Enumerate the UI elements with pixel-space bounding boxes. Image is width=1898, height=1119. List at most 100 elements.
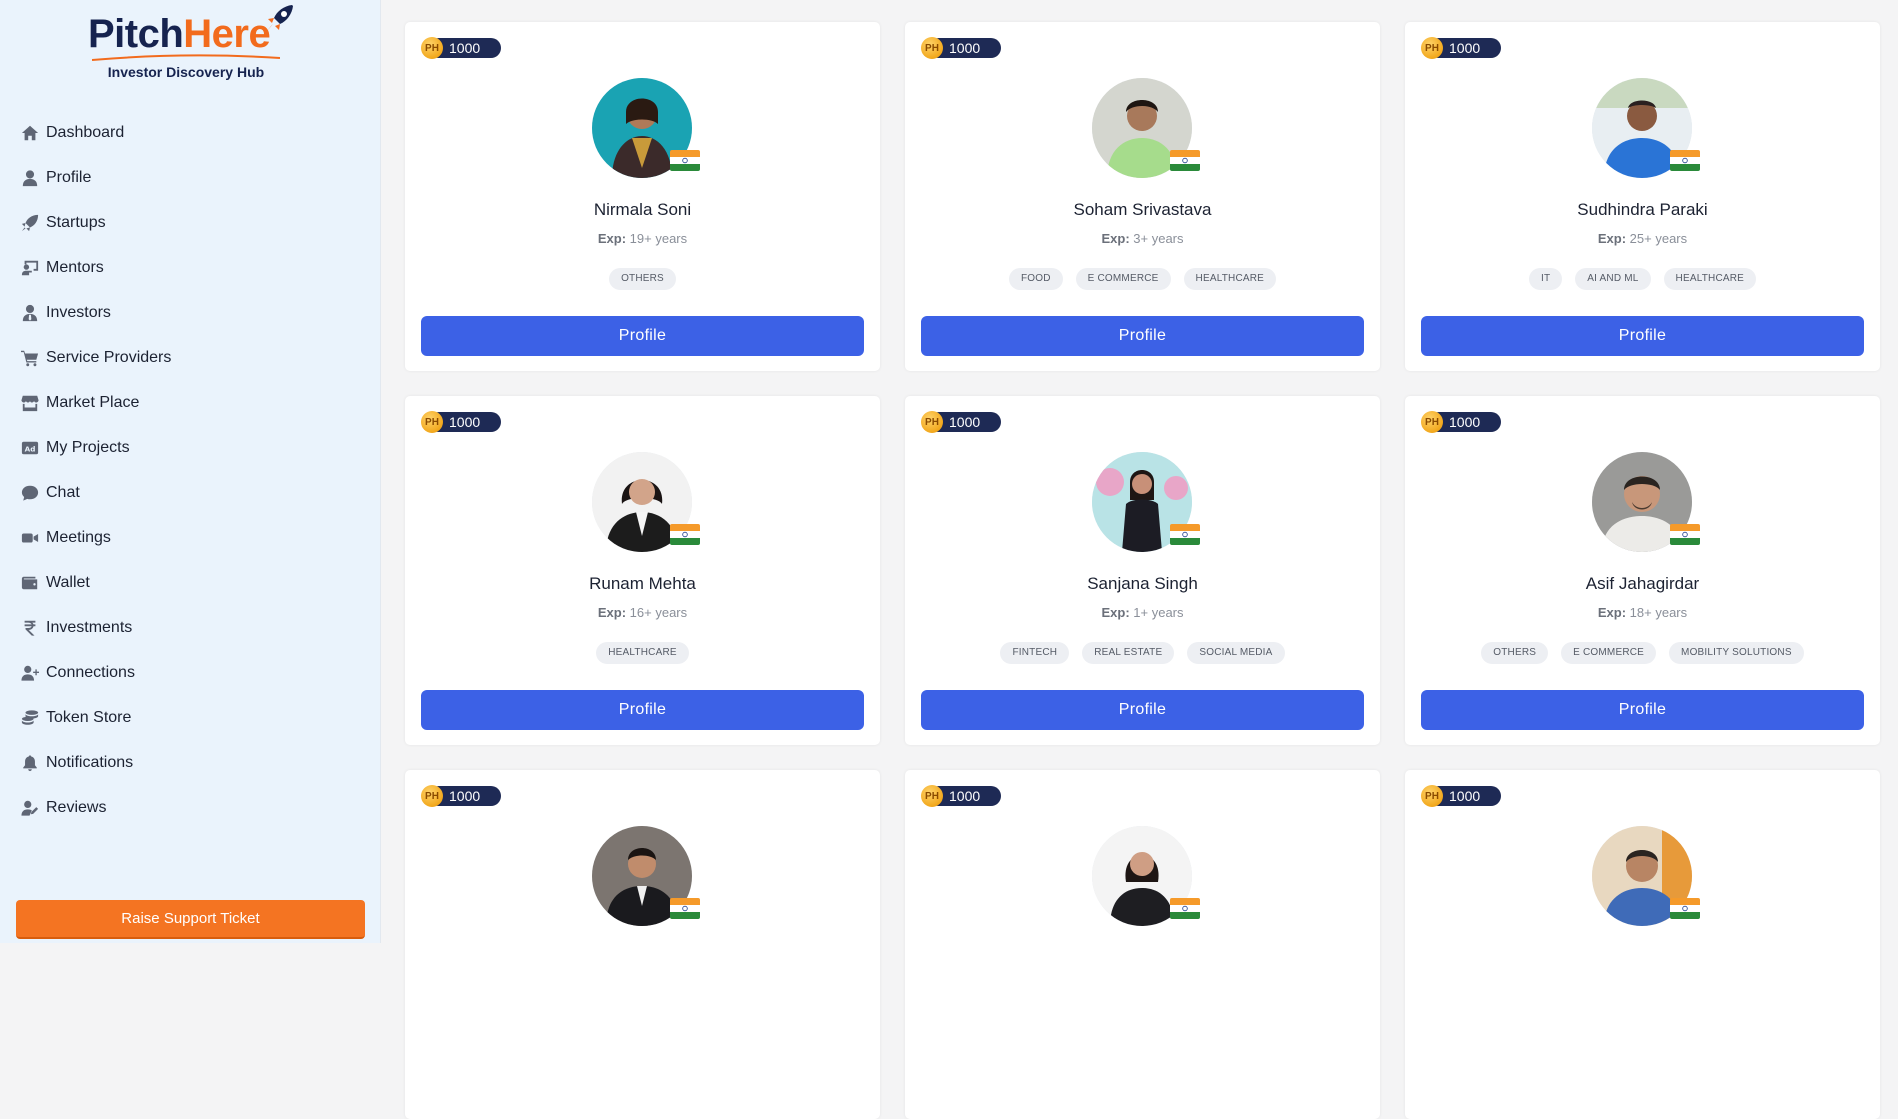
sidebar-item-meetings[interactable]: Meetings — [0, 515, 381, 560]
user-pen-icon — [20, 798, 40, 818]
ph-coin-icon: PH — [421, 37, 443, 59]
exp-value: 19+ years — [629, 231, 688, 246]
sector-tags: FOOD E COMMERCE HEALTHCARE — [905, 268, 1380, 290]
sector-tags: OTHERS — [405, 268, 880, 290]
sidebar-item-label: Market Place — [46, 393, 140, 411]
token-badge: PH 1000 — [1421, 785, 1501, 807]
raise-support-ticket-button[interactable]: Raise Support Ticket — [16, 900, 365, 939]
token-badge: PH 1000 — [421, 37, 501, 59]
user-icon — [20, 168, 40, 188]
sidebar-item-investments[interactable]: Investments — [0, 605, 381, 650]
exp-value: 16+ years — [629, 605, 688, 620]
sidebar-item-label: Investors — [46, 303, 111, 321]
home-icon — [20, 123, 40, 143]
sidebar-item-reviews[interactable]: Reviews — [0, 785, 381, 830]
exp-label: Exp: — [1597, 605, 1627, 620]
india-flag-icon — [670, 898, 700, 919]
investor-card: PH 1000 Sanjana Singh Exp: 1+ years FINT… — [905, 396, 1380, 745]
sidebar-item-mentors[interactable]: Mentors — [0, 245, 381, 290]
sidebar-item-label: Connections — [46, 663, 135, 681]
sector-tag: E COMMERCE — [1561, 642, 1657, 664]
sidebar-item-label: Chat — [46, 483, 80, 501]
investor-experience: Exp: 19+ years — [405, 231, 880, 246]
sector-tag: MOBILITY SOLUTIONS — [1669, 642, 1804, 664]
investor-card: PH 1000 — [1405, 770, 1880, 1119]
investor-experience: Exp: 1+ years — [905, 605, 1380, 620]
investor-card: PH 1000 — [905, 770, 1380, 1119]
token-badge: PH 1000 — [921, 37, 1001, 59]
sidebar-item-investors[interactable]: Investors — [0, 290, 381, 335]
india-flag-icon — [1170, 150, 1200, 171]
profile-button[interactable]: Profile — [421, 690, 864, 730]
profile-button[interactable]: Profile — [921, 316, 1364, 356]
sidebar-item-token-store[interactable]: Token Store — [0, 695, 381, 740]
exp-value: 18+ years — [1629, 605, 1688, 620]
exp-label: Exp: — [597, 231, 627, 246]
token-amount: 1000 — [449, 40, 481, 56]
ph-coin-icon: PH — [1421, 37, 1443, 59]
ph-coin-icon: PH — [921, 411, 943, 433]
ph-coin-icon: PH — [1421, 785, 1443, 807]
sidebar-item-label: Token Store — [46, 708, 132, 726]
sector-tag: FINTECH — [1000, 642, 1070, 664]
profile-button[interactable]: Profile — [421, 316, 864, 356]
rocket-logo-icon — [267, 5, 293, 31]
sidebar-item-service-providers[interactable]: Service Providers — [0, 335, 381, 380]
sector-tag: HEALTHCARE — [1663, 268, 1757, 290]
profile-button[interactable]: Profile — [1421, 316, 1864, 356]
sector-tag: REAL ESTATE — [1082, 642, 1175, 664]
user-tie-icon — [20, 303, 40, 323]
india-flag-icon — [670, 524, 700, 545]
token-badge: PH 1000 — [1421, 411, 1501, 433]
profile-button[interactable]: Profile — [921, 690, 1364, 730]
token-badge: PH 1000 — [921, 411, 1001, 433]
investor-name: Soham Srivastava — [1073, 200, 1212, 219]
sector-tag: HEALTHCARE — [596, 642, 689, 664]
pitchhere-logo[interactable]: PitchHere Investor Discovery Hub — [86, 2, 296, 82]
video-camera-icon — [20, 528, 40, 548]
profile-button[interactable]: Profile — [1421, 690, 1864, 730]
chalkboard-teacher-icon — [20, 258, 40, 278]
token-amount: 1000 — [949, 788, 981, 804]
sidebar: PitchHere Investor Discovery Hub Dashboa… — [0, 0, 381, 943]
investor-experience: Exp: 18+ years — [1405, 605, 1880, 620]
sidebar-item-label: My Projects — [46, 438, 130, 456]
token-badge: PH 1000 — [421, 785, 501, 807]
sidebar-item-notifications[interactable]: Notifications — [0, 740, 381, 785]
sidebar-item-label: Notifications — [46, 753, 134, 771]
investor-card: PH 1000 Nirmala Soni Exp: 19+ years OTHE… — [405, 22, 880, 371]
sidebar-item-my-projects[interactable]: Ad My Projects — [0, 425, 381, 470]
sector-tag: HEALTHCARE — [1183, 268, 1277, 290]
sidebar-item-label: Startups — [46, 213, 106, 231]
ph-coin-icon: PH — [421, 411, 443, 433]
investor-experience: Exp: 16+ years — [405, 605, 880, 620]
sector-tags: HEALTHCARE — [405, 642, 880, 664]
sector-tag: FOOD — [1008, 268, 1063, 290]
exp-value: 1+ years — [1133, 605, 1184, 620]
sidebar-item-profile[interactable]: Profile — [0, 155, 381, 200]
india-flag-icon — [1170, 898, 1200, 919]
logo-wordmark: PitchHere — [88, 12, 271, 56]
ph-coin-icon: PH — [921, 785, 943, 807]
sidebar-item-chat[interactable]: Chat — [0, 470, 381, 515]
sidebar-item-label: Mentors — [46, 258, 104, 276]
sector-tags: IT AI AND ML HEALTHCARE — [1405, 268, 1880, 290]
investor-name: Asif Jahagirdar — [1585, 574, 1700, 593]
sidebar-item-startups[interactable]: Startups — [0, 200, 381, 245]
investor-name: Nirmala Soni — [593, 200, 692, 219]
sidebar-item-connections[interactable]: Connections — [0, 650, 381, 695]
token-badge: PH 1000 — [1421, 37, 1501, 59]
sidebar-item-label: Profile — [46, 168, 92, 186]
sector-tag: E COMMERCE — [1075, 268, 1171, 290]
chat-bubble-icon — [20, 483, 40, 503]
sidebar-item-market-place[interactable]: Market Place — [0, 380, 381, 425]
sidebar-item-wallet[interactable]: Wallet — [0, 560, 381, 605]
sidebar-item-dashboard[interactable]: Dashboard — [0, 110, 381, 155]
sector-tags: FINTECH REAL ESTATE SOCIAL MEDIA — [905, 642, 1380, 664]
exp-label: Exp: — [1597, 231, 1627, 246]
investor-name: Sanjana Singh — [1087, 574, 1198, 593]
token-amount: 1000 — [949, 414, 981, 430]
sector-tags: OTHERS E COMMERCE MOBILITY SOLUTIONS — [1405, 642, 1880, 664]
india-flag-icon — [1170, 524, 1200, 545]
investor-card: PH 1000 Asif Jahagirdar Exp: 18+ years O… — [1405, 396, 1880, 745]
